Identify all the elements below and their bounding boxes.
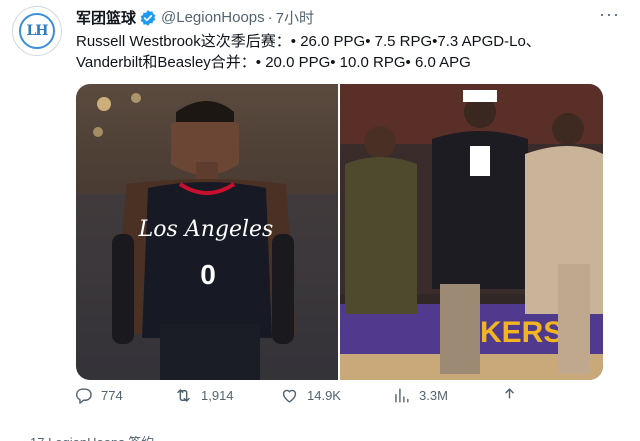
photo-courtside-illustration: LAKERS — [340, 84, 603, 380]
avatar[interactable]: LH — [12, 6, 62, 56]
photo-westbrook[interactable]: Los Angeles 0 — [76, 84, 338, 380]
like-icon — [282, 389, 297, 403]
verified-badge-icon — [140, 9, 156, 26]
more-icon[interactable]: ··· — [599, 4, 620, 25]
avatar-letters: LH — [26, 23, 48, 39]
tweet-header: 军团篮球 @LegionHoops · 7小时 — [76, 7, 314, 28]
share-icon — [505, 387, 514, 399]
reply-button[interactable]: 774 — [74, 386, 123, 405]
like-count: 14.9K — [307, 387, 341, 403]
share-button[interactable] — [500, 386, 527, 405]
retweet-button[interactable]: 1,914 — [174, 386, 234, 405]
timestamp[interactable]: 7小时 — [276, 7, 314, 28]
views-button[interactable]: 3.3M — [392, 386, 448, 405]
tweet-text-line-1: Russell Westbrook这次季后赛：• 26.0 PPG• 7.5 R… — [76, 33, 541, 50]
display-name[interactable]: 军团篮球 — [76, 7, 136, 28]
avatar-logo: LH — [19, 13, 55, 49]
photo-courtside[interactable]: LAKERS — [340, 84, 603, 380]
reply-icon — [76, 387, 92, 404]
handle[interactable]: @LegionHoops — [161, 9, 265, 26]
separator-dot: · — [267, 9, 273, 26]
tweet[interactable]: LH 军团篮球 @LegionHoops · 7小时 ··· Russell W… — [0, 0, 640, 441]
photo-westbrook-illustration: Los Angeles 0 — [76, 93, 338, 380]
jersey-city-text: Los Angeles — [138, 217, 274, 242]
next-tweet-preview: 17 LegionHoops 签约 — [30, 432, 154, 441]
retweet-count: 1,914 — [201, 387, 234, 403]
tweet-text: Russell Westbrook这次季后赛：• 26.0 PPG• 7.5 R… — [76, 31, 621, 73]
media-grid: Los Angeles 0 LAKERS — [76, 84, 603, 380]
view-count: 3.3M — [419, 387, 448, 403]
reply-count: 774 — [101, 387, 123, 403]
like-button[interactable]: 14.9K — [280, 386, 341, 405]
tweet-text-line-2: Vanderbilt和Beasley合并：• 20.0 PPG• 10.0 RP… — [76, 54, 471, 71]
views-icon — [395, 387, 409, 403]
retweet-icon — [177, 388, 190, 402]
jersey-number-text: 0 — [200, 259, 216, 290]
